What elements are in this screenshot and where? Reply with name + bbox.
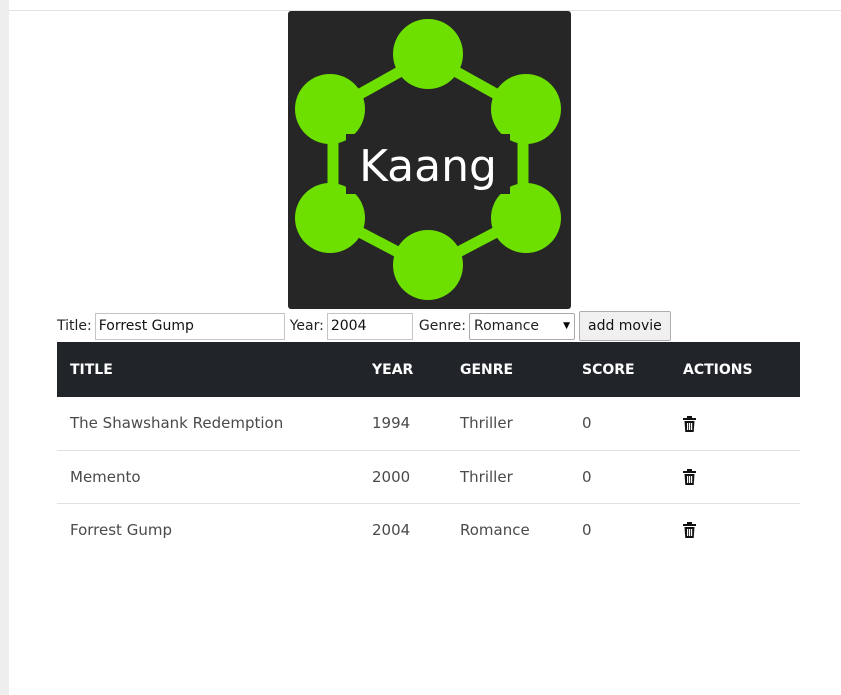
- header-actions: ACTIONS: [670, 342, 800, 397]
- add-movie-button[interactable]: add movie: [578, 311, 671, 341]
- left-border: [0, 0, 9, 695]
- header-score: SCORE: [569, 342, 670, 397]
- logo-node-upper-right: [491, 74, 561, 144]
- title-label: Title:: [57, 318, 92, 334]
- app-window: Kaang Title: Year: Genre: Romance ▼ add …: [0, 0, 841, 695]
- logo-node-upper-left: [295, 74, 365, 144]
- cell-score: 0: [569, 449, 670, 503]
- cell-score: 0: [582, 414, 592, 433]
- header-title: TITLE: [57, 342, 359, 397]
- cell-score: 0: [569, 502, 670, 556]
- genre-label: Genre:: [418, 318, 466, 334]
- cell-actions: [670, 397, 800, 450]
- table-row: The Shawshank Redemption 1994 Thriller 0: [57, 397, 800, 450]
- kaang-logo-graphic: Kaang: [295, 19, 561, 300]
- trash-icon[interactable]: [683, 469, 696, 485]
- cell-title: The Shawshank Redemption: [70, 414, 284, 433]
- cell-actions: [670, 449, 800, 503]
- cell-year: 2004: [359, 502, 447, 556]
- cell-genre: Thriller: [460, 414, 513, 433]
- logo-text: Kaang: [359, 141, 497, 192]
- cell-genre: Thriller: [447, 449, 569, 503]
- logo-node-bottom: [393, 230, 463, 300]
- genre-select[interactable]: Romance ▼: [468, 312, 575, 340]
- table-header-row: TITLE YEAR GENRE SCORE ACTIONS: [57, 342, 800, 397]
- cell-genre: Romance: [447, 502, 569, 556]
- header-genre: GENRE: [447, 342, 569, 397]
- movies-table: TITLE YEAR GENRE SCORE ACTIONS The Shaws…: [57, 342, 800, 556]
- cell-title: Memento: [57, 449, 359, 503]
- add-movie-form: Title: Year: Genre: Romance ▼ add movie: [57, 311, 671, 341]
- cell-actions: [670, 502, 800, 556]
- top-border: [9, 0, 841, 11]
- kaang-logo: Kaang: [288, 11, 571, 309]
- header-year: YEAR: [359, 342, 447, 397]
- genre-selected-value: Romance: [473, 318, 540, 334]
- year-input[interactable]: [326, 312, 413, 340]
- trash-icon[interactable]: [683, 522, 696, 539]
- year-label: Year:: [289, 318, 324, 334]
- trash-icon[interactable]: [683, 415, 696, 432]
- cell-year: 1994: [372, 414, 411, 433]
- table-row: Memento 2000 Thriller 0: [57, 449, 800, 503]
- dropdown-arrow-icon: ▼: [563, 321, 570, 331]
- table-row: Forrest Gump 2004 Romance 0: [57, 502, 800, 556]
- cell-title: Forrest Gump: [57, 502, 359, 556]
- cell-year: 2000: [359, 449, 447, 503]
- logo-node-top: [393, 19, 463, 89]
- title-input[interactable]: [94, 312, 285, 340]
